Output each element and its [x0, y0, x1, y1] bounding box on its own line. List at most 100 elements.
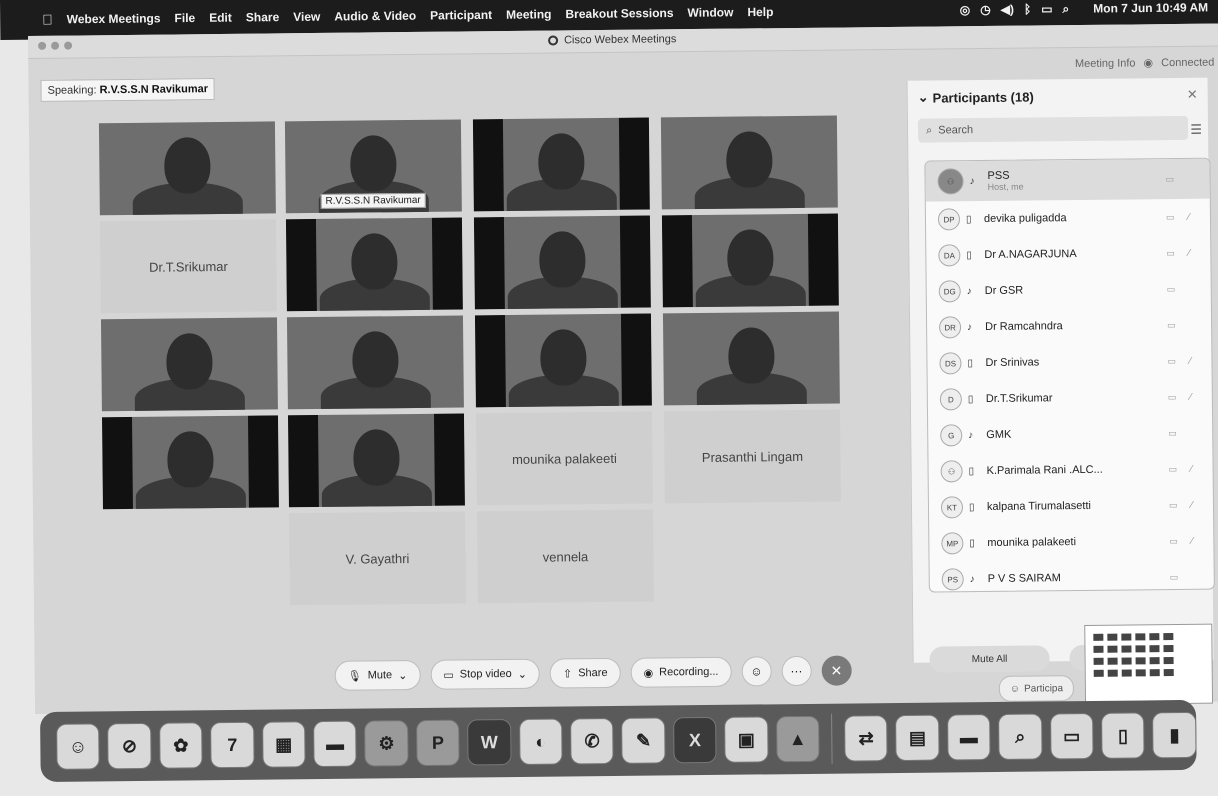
- video-tile[interactable]: [661, 213, 839, 308]
- recording-button[interactable]: ◉ Recording...: [630, 656, 732, 688]
- bluetooth-icon[interactable]: ᛒ: [1024, 2, 1031, 16]
- participant-row[interactable]: ⚇ ♪ PSS Host, me ▭: [925, 158, 1210, 202]
- participants-button[interactable]: ☺ Participa: [998, 675, 1075, 702]
- powerpoint-icon[interactable]: P: [415, 719, 460, 767]
- clock-icon[interactable]: ◷: [980, 3, 991, 17]
- participant-row[interactable]: PS ♪ P V S SAIRAM ▭: [930, 559, 1214, 593]
- participants-list[interactable]: ⚇ ♪ PSS Host, me ▭ DP ▯ devika puligadda ▭ ⁄ DA ▯ Dr…: [924, 157, 1215, 593]
- video-tile[interactable]: [472, 117, 650, 212]
- video-tile[interactable]: [662, 311, 840, 406]
- list-options-icon[interactable]: ☰: [1190, 122, 1202, 138]
- menu-breakout-sessions[interactable]: Breakout Sessions: [565, 6, 673, 21]
- menu-meeting[interactable]: Meeting: [506, 7, 551, 21]
- video-tile[interactable]: Dr.T.Srikumar: [99, 219, 277, 314]
- participant-row[interactable]: MP ▯ mounika palakeeti ▭ ⁄: [929, 523, 1213, 562]
- video-tile[interactable]: V. Gayathri: [289, 511, 466, 606]
- launchpad-icon[interactable]: ▦: [261, 721, 306, 768]
- close-window-button[interactable]: [38, 41, 47, 50]
- mute-button[interactable]: 🎙 Mute ⌄: [334, 659, 421, 691]
- window-controls: [38, 41, 73, 50]
- reactions-button[interactable]: ☺: [741, 656, 772, 687]
- preview-icon[interactable]: ▣: [724, 716, 769, 763]
- meeting-info-link[interactable]: Meeting Info: [1075, 57, 1136, 70]
- video-tile[interactable]: [474, 313, 652, 408]
- safari-icon[interactable]: ⊘: [107, 722, 152, 770]
- video-tile[interactable]: R.V.S.S.N Ravikumar: [284, 119, 462, 214]
- screen-share-thumbnail[interactable]: [1084, 623, 1214, 705]
- whatsapp-icon[interactable]: ✆: [570, 717, 615, 765]
- search-input[interactable]: ⌕ Search: [917, 115, 1189, 143]
- battery-icon[interactable]: ▭: [1041, 2, 1052, 16]
- chevron-down-icon[interactable]: ⌄: [518, 667, 527, 680]
- video-tile[interactable]: [101, 415, 279, 510]
- video-tile[interactable]: [98, 121, 276, 216]
- menu-file[interactable]: File: [174, 11, 195, 25]
- document-icon[interactable]: ▯: [1101, 712, 1146, 759]
- app-menu[interactable]: Webex Meetings: [67, 11, 161, 26]
- end-meeting-button[interactable]: ✕: [821, 655, 852, 686]
- menu-audio-video[interactable]: Audio & Video: [334, 9, 416, 24]
- menu-participant[interactable]: Participant: [430, 8, 492, 23]
- trash-icon[interactable]: ▮: [1152, 711, 1197, 759]
- minimize-window-button[interactable]: [51, 41, 60, 50]
- menu-share[interactable]: Share: [246, 10, 280, 24]
- system-preferences-icon[interactable]: ⚙: [364, 720, 409, 767]
- menu-window[interactable]: Window: [687, 5, 733, 19]
- participant-row[interactable]: ⚇ ▯ K.Parimala Rani .ALC... ▭ ⁄: [928, 451, 1212, 490]
- volume-icon[interactable]: ◀): [1001, 2, 1014, 16]
- share-button[interactable]: ⇧ Share: [549, 657, 621, 689]
- folder-icon[interactable]: ▬: [313, 720, 358, 768]
- collapse-chevron-icon[interactable]: ⌄: [918, 90, 929, 106]
- chevron-down-icon[interactable]: ⌄: [398, 669, 407, 682]
- video-tile[interactable]: vennela: [477, 509, 654, 604]
- participant-row[interactable]: DG ♪ Dr GSR ▭: [927, 271, 1211, 310]
- shield-icon[interactable]: ◉: [1143, 56, 1153, 69]
- status-icon[interactable]: ◎: [960, 3, 971, 17]
- menu-edit[interactable]: Edit: [209, 11, 232, 25]
- participant-row[interactable]: KT ▯ kalpana Tirumalasetti ▭ ⁄: [929, 487, 1213, 526]
- migration-icon[interactable]: ⇄: [844, 715, 888, 762]
- webex-icon[interactable]: ◐: [518, 718, 563, 765]
- more-options-button[interactable]: ···: [781, 655, 812, 687]
- stop-video-button[interactable]: ▭ Stop video ⌄: [430, 658, 541, 690]
- zoom-window-button[interactable]: [64, 41, 73, 50]
- participant-row[interactable]: DR ♪ Dr Ramcahndra ▭: [927, 307, 1211, 346]
- video-tile[interactable]: Prasanthi Lingam: [663, 409, 841, 504]
- apple-icon[interactable]: : [42, 11, 53, 27]
- photo-app-icon[interactable]: ▲: [775, 715, 820, 763]
- video-tile[interactable]: [287, 413, 465, 508]
- thumbnail-tile: [1135, 645, 1146, 653]
- magnifier-icon[interactable]: ⌕: [998, 713, 1043, 760]
- thumbnail-tile: [1163, 633, 1174, 641]
- word-icon[interactable]: W: [467, 719, 512, 766]
- notes-icon[interactable]: ✎: [621, 717, 666, 764]
- photos-icon[interactable]: ✿: [158, 722, 203, 769]
- excel-icon[interactable]: X: [672, 716, 717, 764]
- participant-row[interactable]: DA ▯ Dr A.NAGARJUNA ▭ ⁄: [926, 235, 1210, 274]
- participant-row[interactable]: D ▯ Dr.T.Srikumar ▭ ⁄: [928, 379, 1212, 418]
- connection-status[interactable]: Connected: [1161, 56, 1214, 69]
- audio-icon: ♪: [969, 573, 975, 585]
- participant-row[interactable]: G ♪ GMK ▭: [928, 415, 1212, 454]
- participant-row[interactable]: DP ▯ devika puligadda ▭ ⁄: [926, 199, 1210, 238]
- image-capture-icon[interactable]: ▬: [946, 714, 991, 761]
- close-icon[interactable]: ✕: [1187, 87, 1198, 103]
- finder-icon[interactable]: ☺: [56, 723, 101, 770]
- mute-all-button[interactable]: Mute All: [929, 645, 1050, 673]
- participant-row[interactable]: DS ▯ Dr Srinivas ▭ ⁄: [927, 343, 1211, 382]
- video-tile[interactable]: mounika palakeeti: [475, 411, 653, 506]
- video-tile[interactable]: [286, 315, 464, 410]
- calendar-app-icon[interactable]: ▤: [895, 714, 940, 762]
- thumbnail-tile: [1149, 633, 1160, 641]
- menu-help[interactable]: Help: [747, 5, 773, 19]
- video-tile[interactable]: [660, 115, 838, 210]
- menu-view[interactable]: View: [293, 10, 320, 24]
- search-icon[interactable]: ⌕: [1062, 1, 1069, 16]
- menubar-clock[interactable]: Mon 7 Jun 10:49 AM: [1093, 0, 1208, 15]
- calendar-icon[interactable]: 7: [210, 721, 255, 769]
- video-tile[interactable]: [285, 217, 463, 312]
- video-tile[interactable]: [100, 317, 278, 412]
- folder-stack-icon[interactable]: ▭: [1049, 712, 1094, 760]
- video-tile[interactable]: [473, 215, 651, 310]
- status-area: ◎ ◷ ◀) ᛒ ▭ ⌕ Mon 7 Jun 10:49 AM: [960, 0, 1209, 17]
